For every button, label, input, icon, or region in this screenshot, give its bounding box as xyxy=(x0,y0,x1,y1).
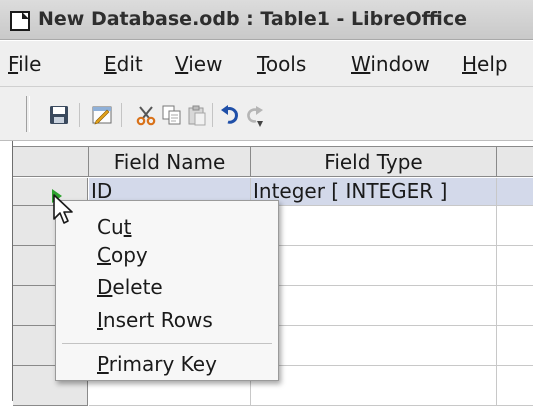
menu-item-delete[interactable]: Delete xyxy=(97,275,163,299)
toolbar-grip[interactable] xyxy=(26,96,30,132)
description-cell[interactable] xyxy=(497,206,533,246)
window-title: New Database.odb : Table1 - LibreOffice xyxy=(38,8,468,30)
description-cell[interactable] xyxy=(497,286,533,326)
edit-icon[interactable] xyxy=(91,104,113,126)
field-type-cell[interactable]: Integer [ INTEGER ] xyxy=(251,178,497,206)
description-cell[interactable] xyxy=(497,246,533,286)
document-icon xyxy=(10,11,30,31)
description-cell[interactable] xyxy=(497,326,533,366)
row-context-menu: Cut Copy Delete Insert Rows Primary Key xyxy=(55,200,279,381)
libreoffice-base-window: New Database.odb : Table1 - LibreOffice … xyxy=(0,0,533,406)
mouse-pointer-icon xyxy=(53,194,73,224)
field-type-cell[interactable] xyxy=(251,206,497,246)
column-header-field-name[interactable]: Field Name xyxy=(89,147,251,177)
description-cell[interactable] xyxy=(497,366,533,406)
menu-separator xyxy=(62,343,272,344)
standard-toolbar xyxy=(0,87,533,141)
title-bar[interactable]: New Database.odb : Table1 - LibreOffice xyxy=(0,0,533,40)
copy-icon[interactable] xyxy=(161,104,183,126)
save-icon[interactable] xyxy=(48,104,70,126)
cut-icon[interactable] xyxy=(135,104,157,126)
toolbar-separator xyxy=(212,103,213,127)
menu-item-primary-key[interactable]: Primary Key xyxy=(97,352,217,376)
undo-icon[interactable] xyxy=(219,104,241,126)
menu-item-insert-rows[interactable]: Insert Rows xyxy=(97,308,213,332)
column-header-description[interactable] xyxy=(497,147,533,177)
field-type-cell[interactable] xyxy=(251,366,497,406)
toolbar-separator xyxy=(121,103,122,127)
field-type-cell[interactable] xyxy=(251,286,497,326)
menu-help[interactable]: Help xyxy=(462,52,508,76)
menu-bar: File Edit View Tools Window Help xyxy=(0,41,533,87)
menu-window[interactable]: Window xyxy=(351,52,430,76)
paste-icon[interactable] xyxy=(186,104,208,126)
corner-header[interactable] xyxy=(13,147,89,177)
toolbar-separator xyxy=(79,103,80,127)
menu-edit[interactable]: Edit xyxy=(104,52,143,76)
menu-tools[interactable]: Tools xyxy=(257,52,306,76)
column-header-field-type[interactable]: Field Type xyxy=(251,147,497,177)
field-type-cell[interactable] xyxy=(251,246,497,286)
menu-file[interactable]: File xyxy=(8,52,41,76)
field-type-cell[interactable] xyxy=(251,326,497,366)
menu-item-cut[interactable]: Cut xyxy=(97,215,131,239)
menu-view[interactable]: View xyxy=(175,52,222,76)
description-cell[interactable] xyxy=(497,178,533,206)
menu-item-copy[interactable]: Copy xyxy=(97,243,148,267)
